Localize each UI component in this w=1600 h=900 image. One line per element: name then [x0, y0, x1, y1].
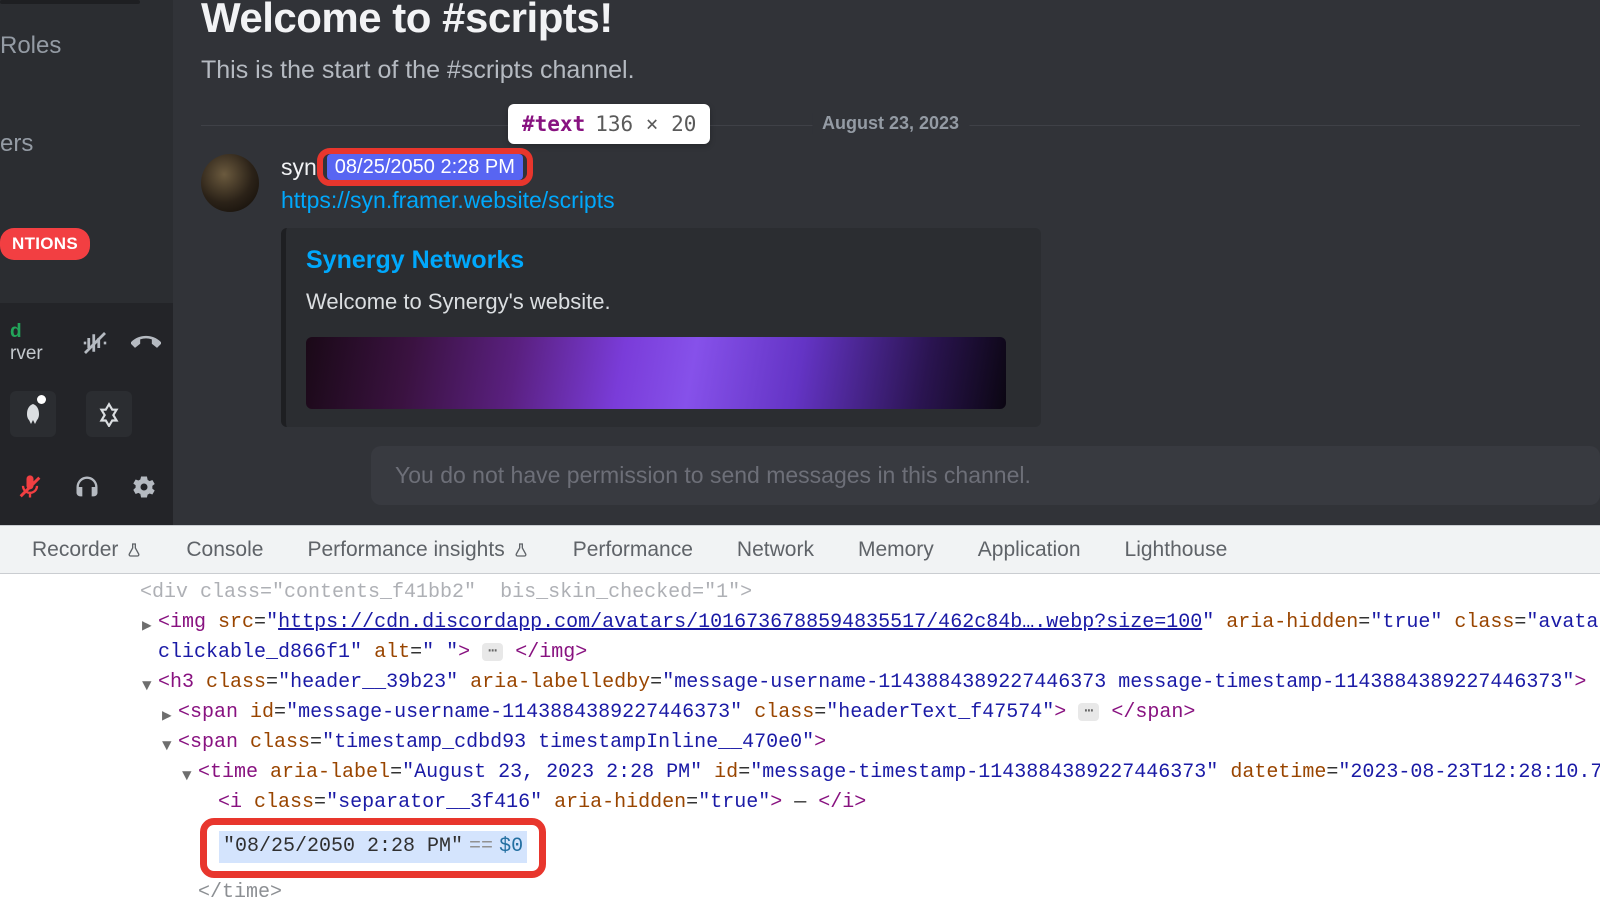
app-upper-region: Roles ers NTIONS d rver	[0, 0, 1600, 525]
notification-dot-icon	[37, 395, 46, 404]
message-username[interactable]: syn	[281, 154, 317, 181]
tab-lighthouse[interactable]: Lighthouse	[1103, 526, 1250, 573]
mute-mic-icon[interactable]	[10, 467, 49, 507]
dom-line-span-username[interactable]: ▶ <span id="message-username-11438843892…	[0, 698, 1600, 728]
message-author-avatar[interactable]	[201, 154, 259, 212]
channel-welcome-title: Welcome to #scripts!	[201, 0, 1580, 42]
sidebar-top: Roles ers NTIONS	[0, 0, 173, 260]
message-header: syn 08/25/2050 2:28 PM	[281, 154, 1580, 181]
embed-thumbnail[interactable]	[306, 337, 1006, 409]
dom-line-span-timestamp[interactable]: ▼ <span class="timestamp_cdbd93 timestam…	[0, 728, 1600, 758]
channel-welcome-subtitle: This is the start of the #scripts channe…	[201, 56, 1580, 85]
tooltip-node-tag: #text	[522, 112, 585, 136]
link-embed: Synergy Networks Welcome to Synergy's we…	[281, 228, 1041, 427]
dom-line-close-time[interactable]: </time>	[0, 878, 1600, 900]
embed-title[interactable]: Synergy Networks	[306, 246, 1021, 275]
mentions-pill[interactable]: NTIONS	[0, 228, 173, 260]
dom-line-img-cont[interactable]: clickable_d866f1" alt=" "> ⋯ </img>	[0, 638, 1600, 668]
devtools-elements-tree[interactable]: <div class="contents_f41bb2" bis_skin_ch…	[0, 574, 1600, 900]
date-divider: August 23, 2023	[201, 125, 1580, 126]
message-timestamp[interactable]: 08/25/2050 2:28 PM	[327, 154, 523, 180]
dom-line-time[interactable]: ▼ <time aria-label="August 23, 2023 2:28…	[0, 758, 1600, 788]
devtools-tabstrip: Recorder Console Performance insights Pe…	[0, 526, 1600, 574]
tab-recorder[interactable]: Recorder	[10, 526, 164, 573]
embed-description: Welcome to Synergy's website.	[306, 289, 1021, 315]
activity-buttons-row	[4, 383, 169, 445]
message-input-disabled: You do not have permission to send messa…	[371, 446, 1600, 505]
voice-server-label: d rver	[10, 321, 43, 365]
annotation-highlight-box-code: "08/25/2050 2:28 PM"==$0	[200, 818, 546, 878]
dom-line-img[interactable]: ▶ <img src="https://cdn.discordapp.com/a…	[0, 608, 1600, 638]
rocket-boost-button[interactable]	[10, 391, 56, 437]
user-panel: d rver	[0, 303, 173, 525]
dom-line-h3[interactable]: ▼ <h3 class="header__39b23" aria-labelle…	[0, 668, 1600, 698]
flask-icon	[513, 542, 529, 558]
dom-line-partial[interactable]: <div class="contents_f41bb2" bis_skin_ch…	[0, 578, 1600, 608]
devtools-panel: Recorder Console Performance insights Pe…	[0, 525, 1600, 900]
devtools-element-tooltip: #text 136 × 20	[508, 104, 710, 144]
tab-network[interactable]: Network	[715, 526, 836, 573]
user-controls-row	[4, 463, 169, 517]
chat-message: syn 08/25/2050 2:28 PM https://syn.frame…	[201, 154, 1580, 427]
voice-status-row: d rver	[4, 311, 169, 375]
user-settings-gear-icon[interactable]	[124, 467, 163, 507]
disconnect-call-icon[interactable]	[130, 323, 163, 363]
sidebar-item-members[interactable]: ers	[0, 120, 173, 168]
tab-application[interactable]: Application	[956, 526, 1103, 573]
flask-icon	[126, 542, 142, 558]
channel-sidebar: Roles ers NTIONS d rver	[0, 0, 173, 525]
channel-main: Welcome to #scripts! This is the start o…	[173, 0, 1600, 525]
noise-suppression-icon[interactable]	[79, 323, 112, 363]
message-link[interactable]: https://syn.framer.website/scripts	[281, 187, 1580, 214]
sidebar-divider	[0, 0, 140, 4]
tab-console[interactable]: Console	[164, 526, 285, 573]
tooltip-dimensions: 136 × 20	[595, 112, 696, 136]
deafen-headphones-icon[interactable]	[67, 467, 106, 507]
date-divider-label: August 23, 2023	[812, 113, 969, 134]
tab-performance[interactable]: Performance	[551, 526, 715, 573]
soundboard-button[interactable]	[86, 391, 132, 437]
dom-line-selected-text[interactable]: "08/25/2050 2:28 PM"==$0	[0, 818, 1600, 878]
tab-memory[interactable]: Memory	[836, 526, 956, 573]
tab-performance-insights[interactable]: Performance insights	[285, 526, 550, 573]
sidebar-item-roles[interactable]: Roles	[0, 22, 173, 70]
dom-line-separator[interactable]: <i class="separator__3f416" aria-hidden=…	[0, 788, 1600, 818]
message-body: syn 08/25/2050 2:28 PM https://syn.frame…	[281, 154, 1580, 427]
